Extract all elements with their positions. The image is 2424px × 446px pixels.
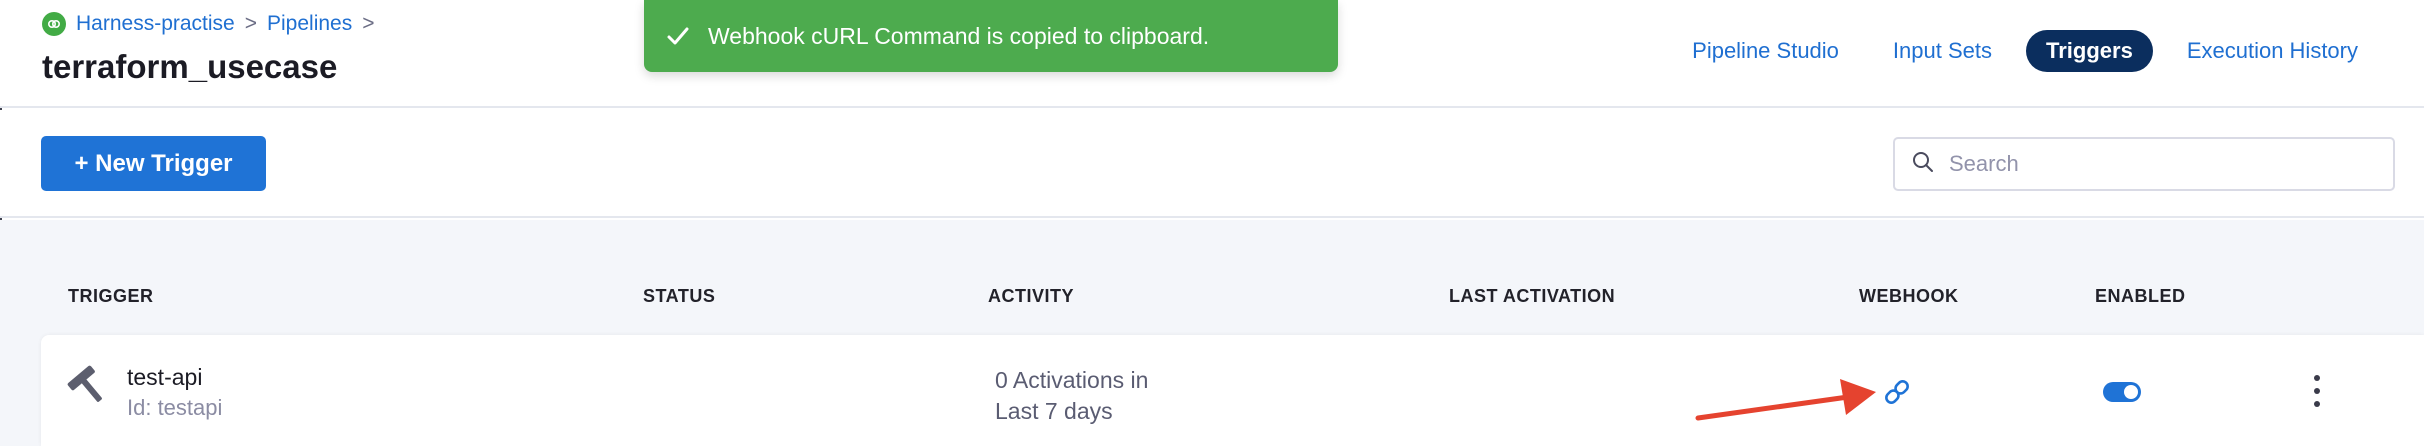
- search-box[interactable]: [1893, 137, 2395, 191]
- more-options-icon[interactable]: [2307, 375, 2327, 407]
- trigger-id: Id: testapi: [127, 395, 223, 420]
- activity-summary: 0 Activations in Last 7 days: [995, 365, 1148, 427]
- trigger-name[interactable]: test-api: [127, 364, 202, 391]
- tab-input-sets[interactable]: Input Sets: [1873, 30, 2012, 72]
- page-title: terraform_usecase: [42, 48, 338, 85]
- breadcrumb-separator: >: [362, 12, 375, 35]
- annotation-arrow: [1695, 379, 1876, 421]
- enabled-toggle[interactable]: [2103, 382, 2141, 402]
- column-header-status: STATUS: [643, 286, 716, 306]
- table-row[interactable]: test-api Id: testapi 0 Activations in La…: [41, 335, 2424, 446]
- toast-notification: Webhook cURL Command is copied to clipbo…: [644, 0, 1338, 72]
- activity-period: Last 7 days: [995, 398, 1113, 424]
- breadcrumb-project-link[interactable]: Harness-practise: [76, 12, 235, 36]
- column-header-enabled: ENABLED: [2095, 286, 2186, 306]
- new-trigger-button[interactable]: + New Trigger: [41, 136, 266, 191]
- search-icon: [1911, 150, 1935, 179]
- tab-triggers[interactable]: Triggers: [2026, 30, 2153, 72]
- triggers-toolbar: + New Trigger: [0, 110, 2424, 218]
- toast-message: Webhook cURL Command is copied to clipbo…: [708, 22, 1210, 49]
- link-icon[interactable]: [1882, 377, 1912, 412]
- check-icon: [667, 27, 689, 45]
- search-input[interactable]: [1949, 151, 2369, 177]
- column-header-trigger: TRIGGER: [68, 286, 154, 306]
- breadcrumb-pipelines-link[interactable]: Pipelines: [267, 12, 352, 36]
- triggers-table: TRIGGER STATUS ACTIVITY LAST ACTIVATION …: [0, 220, 2424, 446]
- breadcrumb: Harness-practise > Pipelines >: [42, 12, 385, 36]
- hammer-icon: [65, 363, 111, 414]
- triggers-page: Harness-practise > Pipelines > terraform…: [0, 0, 2424, 446]
- tab-pipeline-studio[interactable]: Pipeline Studio: [1672, 30, 1859, 72]
- toggle-knob: [2124, 385, 2138, 399]
- activity-count: 0 Activations in: [995, 367, 1149, 393]
- column-header-webhook: WEBHOOK: [1859, 286, 1959, 306]
- breadcrumb-separator: >: [244, 12, 257, 35]
- project-icon: [42, 12, 66, 36]
- column-header-last-activation: LAST ACTIVATION: [1449, 286, 1616, 306]
- pipeline-tabs: Pipeline Studio Input Sets Triggers Exec…: [1658, 30, 2378, 72]
- tab-execution-history[interactable]: Execution History: [2167, 30, 2378, 72]
- column-header-activity: ACTIVITY: [988, 286, 1075, 306]
